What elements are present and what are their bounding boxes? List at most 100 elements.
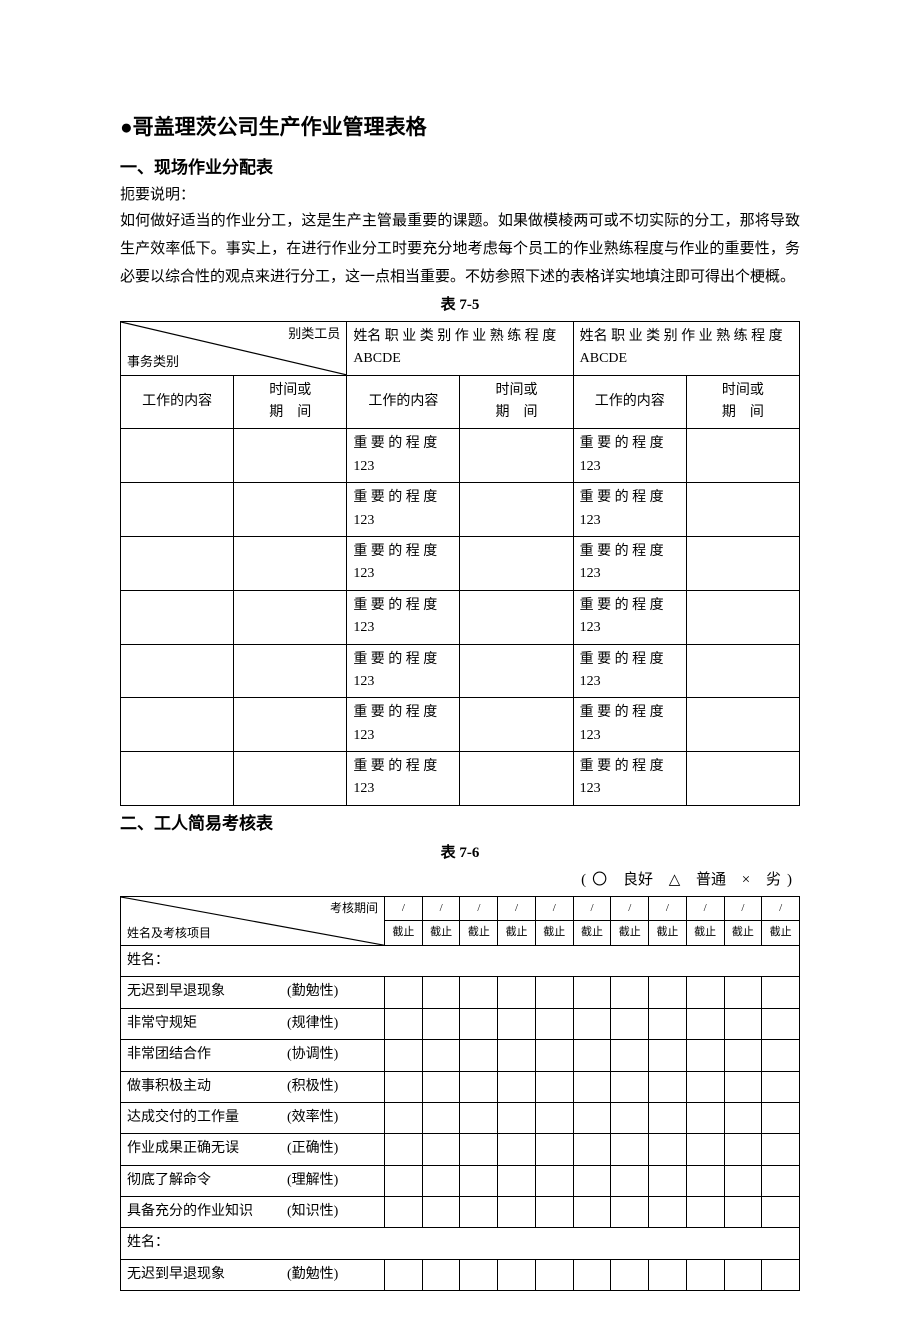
table-row: 做事积极主动(积极性) [121,1071,800,1102]
table-row: 工作的内容 时间或 期 间 工作的内容 时间或 期 间 工作的内容 时间或 期 … [121,375,800,429]
cell [460,590,573,644]
cell [121,644,234,698]
cell [422,1008,460,1039]
cell [535,1165,573,1196]
cell [649,1134,687,1165]
item-label: 作业成果正确无误(正确性) [121,1134,385,1165]
period-slash-cell: / [573,896,611,921]
cell: 重 要 的 程 度123 [347,483,460,537]
cell [649,1259,687,1290]
cell [724,1165,762,1196]
table-row: 无迟到早退现象(勤勉性) [121,977,800,1008]
diag-top-label: 考核期间 [330,899,378,918]
cell [385,1071,423,1102]
section2-heading: 二、工人简易考核表 [120,810,800,839]
cell [535,1197,573,1228]
table-row: 达成交付的工作量(效率性) [121,1102,800,1133]
legend-triangle-icon: △ [669,872,681,888]
cell [611,1259,649,1290]
cell [121,483,234,537]
cell: 重 要 的 程 度123 [573,590,686,644]
cell [385,1040,423,1071]
period-end-cell: 截止 [498,921,536,946]
period-end-cell: 截止 [385,921,423,946]
cell: 重 要 的 程 度123 [573,644,686,698]
legend-circle-icon: 〇 [592,872,607,888]
cell [460,1134,498,1165]
cell [234,644,347,698]
cell [573,1134,611,1165]
cell [460,752,573,806]
cell [573,1197,611,1228]
cell [686,977,724,1008]
diag-header-cell: 考核期间 姓名及考核项目 [121,896,385,945]
cell [686,1134,724,1165]
period-slash-cell: / [724,896,762,921]
cell [686,1071,724,1102]
cell [234,590,347,644]
time-period-label: 时间或 期 间 [686,375,799,429]
period-slash-cell: / [460,896,498,921]
cell [611,1134,649,1165]
period-slash-cell: / [385,896,423,921]
cell [724,1259,762,1290]
cell [460,1008,498,1039]
cell: 重 要 的 程 度123 [347,536,460,590]
cell [686,483,799,537]
cell: 重 要 的 程 度123 [347,590,460,644]
period-end-cell: 截止 [460,921,498,946]
cell [573,977,611,1008]
cell [460,1165,498,1196]
table-row: 非常团结合作(协调性) [121,1040,800,1071]
cell [573,1008,611,1039]
cell [460,644,573,698]
period-slash-cell: / [422,896,460,921]
cell [121,698,234,752]
cell [649,1040,687,1071]
cell [385,1102,423,1133]
cell [385,1165,423,1196]
cell [762,1102,800,1133]
cell [762,1259,800,1290]
item-label: 无迟到早退现象(勤勉性) [121,977,385,1008]
cell [686,1008,724,1039]
cell [535,1008,573,1039]
name-label: 姓名： [121,945,800,976]
cell [724,1071,762,1102]
cell [724,1040,762,1071]
cell [724,1102,762,1133]
legend-normal: 普通 [696,872,726,888]
cell [724,1134,762,1165]
table-row: 作业成果正确无误(正确性) [121,1134,800,1165]
cell [686,590,799,644]
summary-label: 扼要说明： [120,183,800,209]
section1-heading: 一、现场作业分配表 [120,154,800,183]
cell [121,752,234,806]
cell [649,1008,687,1039]
cell [460,977,498,1008]
cell [724,1197,762,1228]
cell [460,1102,498,1133]
cell [535,1040,573,1071]
period-end-cell: 截止 [762,921,800,946]
period-end-cell: 截止 [611,921,649,946]
name-row: 姓名： [121,945,800,976]
cell [535,977,573,1008]
cell [573,1259,611,1290]
table-row: 别类工员 事务类别 姓名 职 业 类 别 作 业 熟 练 程 度ABCDE 姓名… [121,321,800,375]
cell [385,977,423,1008]
diag-bottom-label: 事务类别 [127,352,179,373]
cell: 重 要 的 程 度123 [573,483,686,537]
cell [686,1259,724,1290]
cell [460,1259,498,1290]
table-row: 重 要 的 程 度123 重 要 的 程 度123 [121,429,800,483]
cell [385,1259,423,1290]
cell [649,977,687,1008]
cell [573,1040,611,1071]
cell [686,1040,724,1071]
cell [460,1197,498,1228]
cell [649,1102,687,1133]
cell [422,977,460,1008]
table-row: 考核期间 姓名及考核项目 /////////// [121,896,800,921]
cell: 重 要 的 程 度123 [573,429,686,483]
